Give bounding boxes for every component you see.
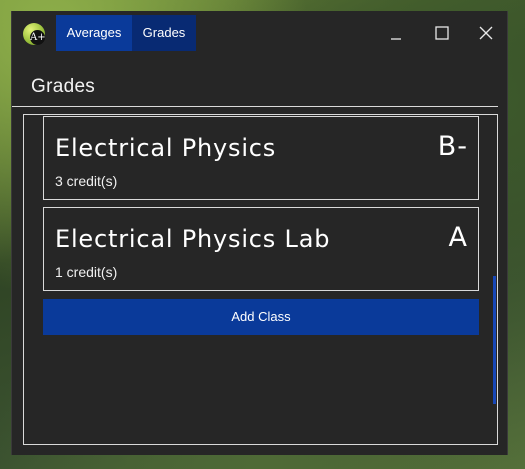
add-class-button[interactable]: Add Class [43, 299, 479, 335]
close-icon [479, 26, 493, 40]
class-credits: 1 credit(s) [55, 264, 118, 280]
close-button[interactable] [474, 22, 498, 44]
tab-grades[interactable]: Grades [132, 15, 196, 51]
class-name: Electrical Physics [55, 134, 277, 162]
app-logo-icon: A+ [23, 23, 46, 45]
classes-list-panel[interactable]: Electrical Physics B- 3 credit(s) Electr… [23, 114, 498, 445]
app-window: A+ Averages Grades Grades Electrical Phy… [11, 11, 508, 455]
class-credits: 3 credit(s) [55, 173, 118, 189]
class-name: Electrical Physics Lab [55, 225, 331, 253]
scrollbar-thumb[interactable] [493, 276, 496, 404]
class-card[interactable]: Electrical Physics Lab A 1 credit(s) [43, 207, 479, 291]
app-logo-text: A+ [30, 30, 46, 45]
page-header: Grades [12, 51, 498, 107]
maximize-icon [435, 26, 449, 40]
minimize-button[interactable] [384, 22, 408, 44]
maximize-button[interactable] [430, 22, 454, 44]
tab-averages[interactable]: Averages [56, 15, 132, 51]
class-grade: A [448, 222, 468, 253]
minimize-icon [391, 38, 401, 40]
page-title: Grades [31, 76, 96, 97]
class-card[interactable]: Electrical Physics B- 3 credit(s) [43, 116, 479, 200]
title-bar[interactable]: A+ Averages Grades [12, 11, 507, 51]
class-grade: B- [437, 131, 468, 162]
